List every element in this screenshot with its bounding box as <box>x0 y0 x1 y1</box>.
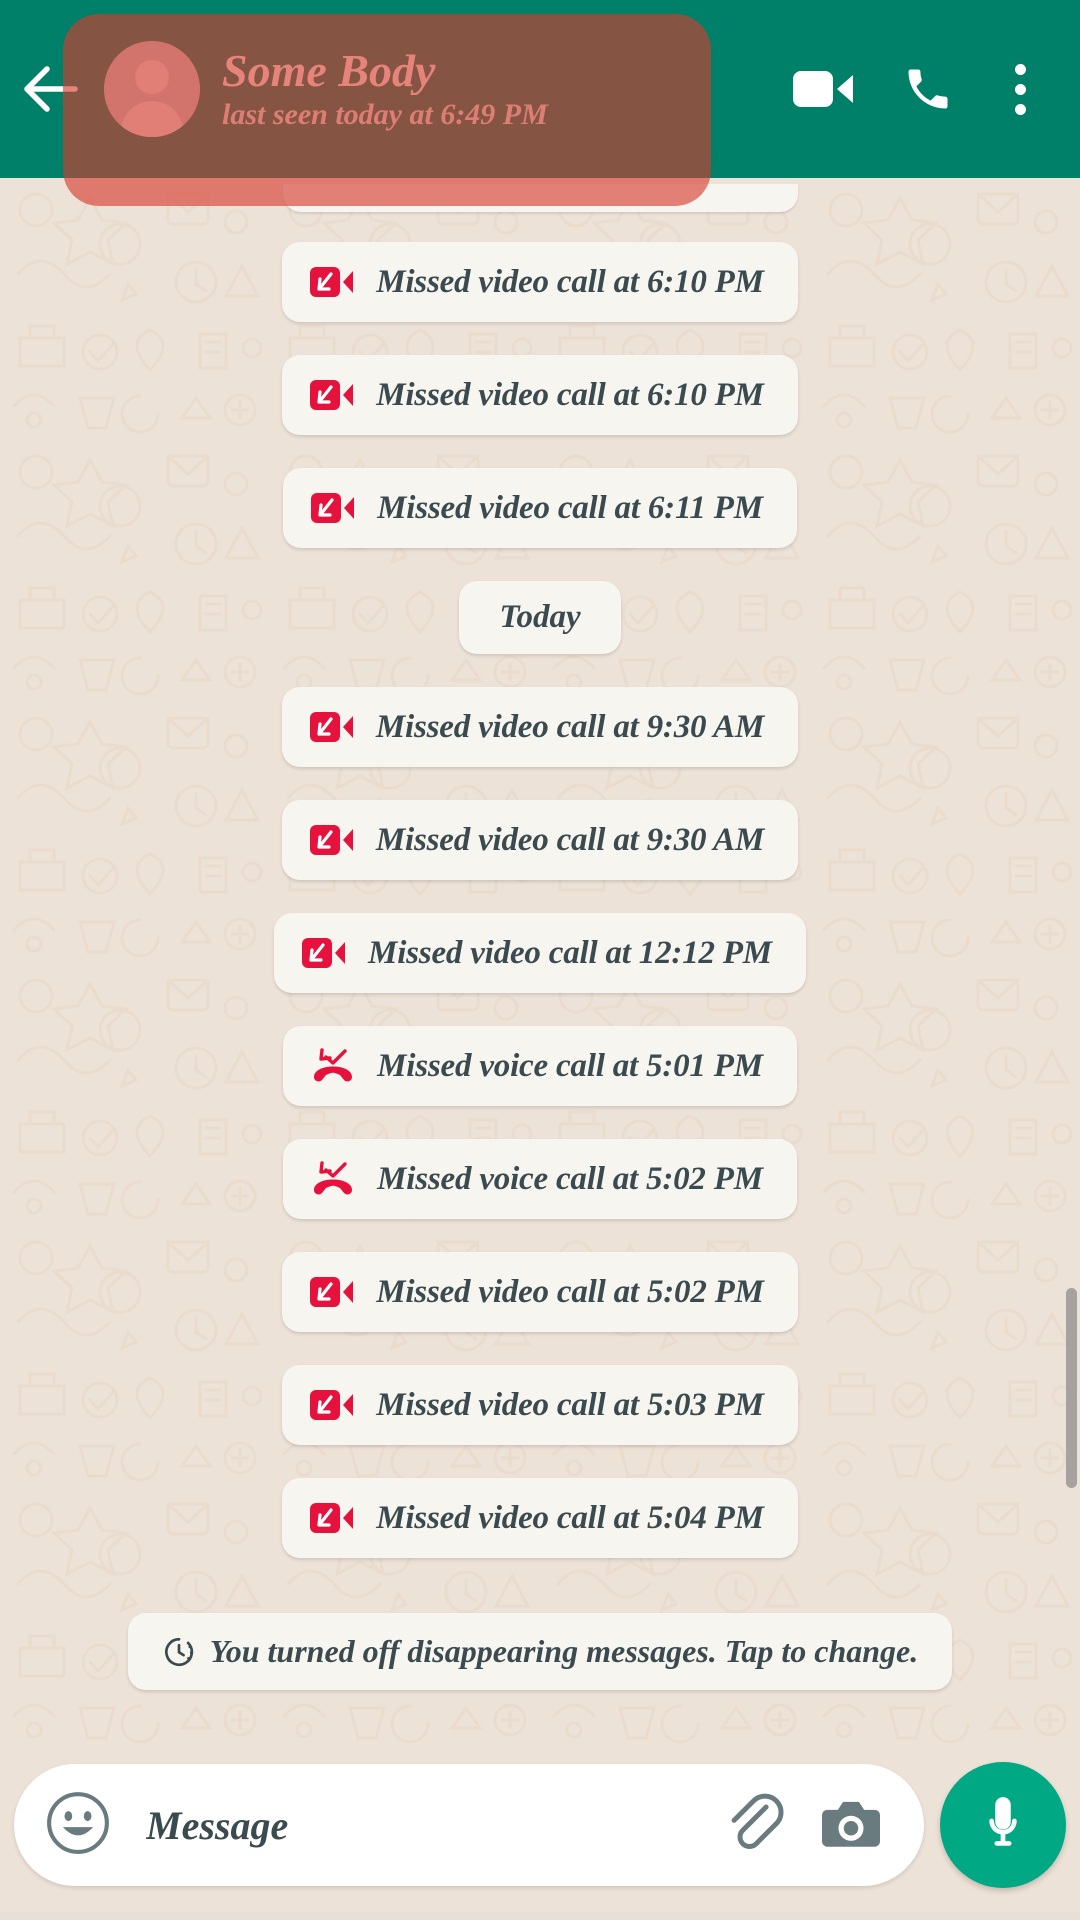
message-text: Missed video call at 9:30 AM <box>375 821 765 858</box>
missed-voice-call-icon <box>311 1046 355 1086</box>
chat-message-area[interactable]: Missed video call at 6:10 PM Missed vide… <box>0 178 1080 1746</box>
message-input[interactable] <box>120 1801 708 1849</box>
header-actions <box>772 0 1080 178</box>
message-text: Missed video call at 9:30 AM <box>375 708 765 745</box>
system-notice-text: You turned off disappearing messages. Ta… <box>209 1633 919 1669</box>
missed-video-call-icon <box>310 262 354 302</box>
message-text: Missed video call at 6:11 PM <box>377 489 763 526</box>
message-bubble-missed-voice-call[interactable]: Missed voice call at 5:01 PM <box>283 1026 797 1106</box>
missed-video-call-icon <box>302 933 346 973</box>
message-bubble-missed-video-call[interactable]: Missed video call at 9:30 AM <box>281 687 799 767</box>
overflow-menu-button[interactable] <box>980 0 1060 178</box>
missed-video-call-icon <box>310 375 354 415</box>
contact-name: Some Body <box>222 47 436 96</box>
date-divider-label: Today <box>499 599 581 635</box>
chat-scrollbar-thumb[interactable] <box>1066 1288 1077 1488</box>
message-text: Missed video call at 5:04 PM <box>376 1499 764 1536</box>
emoji-button[interactable] <box>42 1789 114 1861</box>
camera-button[interactable] <box>812 1786 890 1864</box>
message-text: Missed video call at 6:10 PM <box>376 263 764 300</box>
contact-status: last seen today at 6:49 PM <box>222 99 548 131</box>
chat-header: Some Body last seen today at 6:49 PM <box>0 0 1080 206</box>
avatar[interactable] <box>104 41 200 137</box>
message-list: Missed video call at 6:10 PM Missed vide… <box>0 178 1080 1746</box>
message-bubble-missed-video-call[interactable]: Missed video call at 6:10 PM <box>282 355 798 435</box>
attach-button[interactable] <box>714 1786 792 1864</box>
system-notice-disappearing-messages[interactable]: You turned off disappearing messages. Ta… <box>127 1613 953 1690</box>
back-button[interactable] <box>0 0 104 178</box>
message-bubble-missed-voice-call[interactable]: Missed voice call at 5:02 PM <box>283 1139 797 1219</box>
message-text: Missed video call at 12:12 PM <box>368 934 772 971</box>
partial-bubble-top <box>282 184 798 212</box>
message-text: Missed video call at 6:10 PM <box>376 376 764 413</box>
missed-voice-call-icon <box>311 1159 355 1199</box>
message-text: Missed voice call at 5:02 PM <box>377 1160 763 1197</box>
message-bubble-missed-video-call[interactable]: Missed video call at 12:12 PM <box>274 913 806 993</box>
contact-info[interactable]: Some Body last seen today at 6:49 PM <box>222 47 772 131</box>
disappearing-messages-icon <box>162 1635 196 1669</box>
message-bubble-missed-video-call[interactable]: Missed video call at 9:30 AM <box>281 800 799 880</box>
message-bubble-missed-video-call[interactable]: Missed video call at 5:04 PM <box>282 1478 798 1558</box>
video-call-icon <box>793 67 855 111</box>
missed-video-call-icon <box>310 1272 354 1312</box>
message-text: Missed video call at 5:03 PM <box>376 1386 764 1423</box>
paperclip-icon <box>718 1788 788 1863</box>
missed-video-call-icon <box>310 1385 354 1425</box>
message-bubble-missed-video-call[interactable]: Missed video call at 5:02 PM <box>282 1252 798 1332</box>
message-text: Missed voice call at 5:01 PM <box>377 1047 763 1084</box>
message-bubble-missed-video-call[interactable]: Missed video call at 5:03 PM <box>282 1365 798 1445</box>
system-navigation-strip <box>0 1912 1080 1920</box>
message-bubble-missed-video-call[interactable]: Missed video call at 6:11 PM <box>283 468 797 548</box>
voice-call-icon <box>902 63 954 115</box>
emoji-smiley-icon <box>45 1790 111 1861</box>
contact-avatar-icon <box>104 41 200 137</box>
message-input-container[interactable] <box>14 1764 924 1886</box>
message-bubble-missed-video-call[interactable]: Missed video call at 6:10 PM <box>282 242 798 322</box>
camera-icon <box>819 1794 883 1857</box>
missed-video-call-icon <box>311 488 355 528</box>
voice-call-button[interactable] <box>876 0 980 178</box>
date-divider: Today <box>459 581 621 654</box>
missed-video-call-icon <box>309 820 354 860</box>
voice-record-button[interactable] <box>940 1762 1066 1888</box>
message-composer-bar <box>0 1746 1080 1920</box>
overflow-menu-icon <box>1014 63 1026 115</box>
microphone-icon <box>972 1792 1034 1859</box>
message-text: Missed video call at 5:02 PM <box>376 1273 764 1310</box>
missed-video-call-icon <box>310 1498 354 1538</box>
back-arrow-icon <box>23 65 81 113</box>
video-call-button[interactable] <box>772 0 876 178</box>
missed-video-call-icon <box>309 707 354 747</box>
